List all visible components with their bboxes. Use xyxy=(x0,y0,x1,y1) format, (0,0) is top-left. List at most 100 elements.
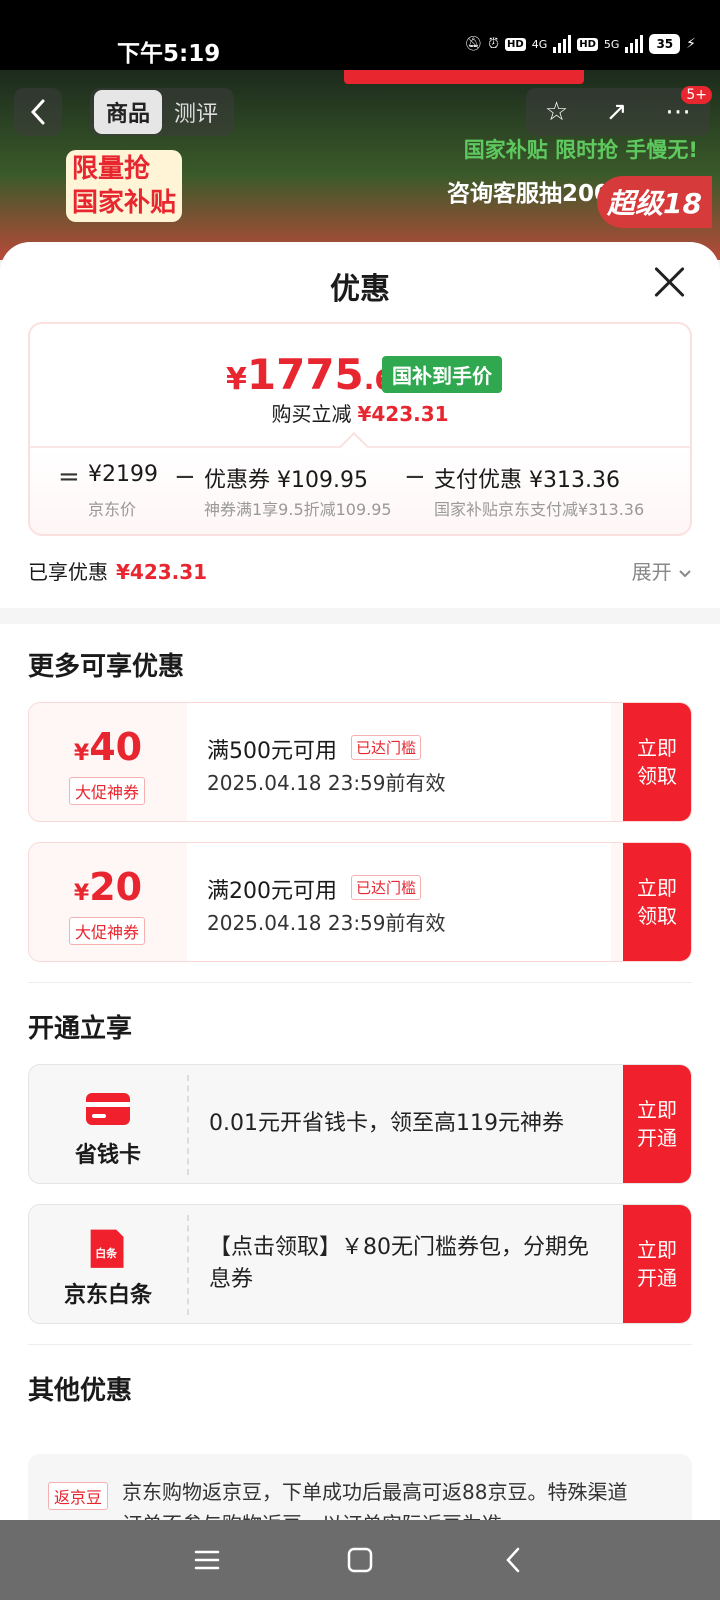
other-discounts-title: 其他优惠 xyxy=(28,1376,133,1406)
open-item-name: 京东白条 xyxy=(63,1283,152,1308)
coupon-card: ¥40 大促神券 满500元可用 已达门槛 2025.04.18 23:59前有… xyxy=(28,702,692,822)
other-text: 京东购物返京豆，下单成功后最高可返88京豆。特殊渠道订单不参与购物返豆，以订单实… xyxy=(122,1480,628,1520)
banner-limited-text: 限量抢 xyxy=(72,154,151,184)
status-bar: 下午5:19 🔕︎ ⏰︎ HD 4G HD 5G 35 ⚡︎ xyxy=(0,0,720,70)
charging-icon: ⚡︎ xyxy=(686,36,696,52)
coupon-condition: 满200元可用 xyxy=(207,879,337,904)
open-benefits-title: 开通立享 xyxy=(28,1014,133,1044)
home-button[interactable] xyxy=(340,1540,380,1580)
price-tag: 国补到手价 xyxy=(382,356,502,393)
coupon-amount: ¥20 xyxy=(29,865,187,909)
open-item-left: 省钱卡 xyxy=(29,1065,187,1183)
battery-icon: 35 xyxy=(649,34,681,54)
activate-button[interactable]: 立即开通 xyxy=(623,1205,691,1323)
price-symbol: ¥ xyxy=(226,362,247,397)
caret-indicator xyxy=(339,431,369,461)
claim-button[interactable]: 立即领取 xyxy=(623,703,691,821)
star-icon[interactable]: ☆ xyxy=(545,97,568,127)
card-icon xyxy=(86,1093,130,1125)
open-item-separator xyxy=(187,1075,189,1175)
breakdown-op: = xyxy=(58,462,80,492)
banner-slogan: 国家补贴 限时抢 手慢无! xyxy=(463,138,698,162)
open-item-name: 省钱卡 xyxy=(74,1143,141,1168)
coupon-validity: 2025.04.18 23:59前有效 xyxy=(207,911,446,935)
coupon-condition: 满500元可用 xyxy=(207,739,337,764)
coupon-info: 满500元可用 已达门槛 2025.04.18 23:59前有效 xyxy=(187,703,611,821)
divider xyxy=(28,1344,692,1345)
discount-sheet: 优惠 ¥1775.69 国补到手价 购买立减¥423.31 = ¥2199 京东… xyxy=(0,242,720,1520)
coupon-value: 40 xyxy=(89,725,143,769)
open-item-baitiao: 白条 京东白条 【点击领取】￥80无门槛券包，分期免息券 立即开通 xyxy=(28,1204,692,1324)
coupon-type: 大促神券 xyxy=(69,777,146,805)
status-icons: 🔕︎ ⏰︎ HD 4G HD 5G 35 ⚡︎ xyxy=(464,34,696,54)
coupon-symbol: ¥ xyxy=(73,741,90,766)
banner-consult: 咨询客服抽200 xyxy=(446,181,610,207)
mute-icon: 🔕︎ xyxy=(464,36,483,52)
back-button[interactable] xyxy=(14,88,62,136)
breakdown-op: − xyxy=(174,462,196,492)
banner-super: 超级18 xyxy=(597,176,712,228)
reduce-amount: ¥423.31 xyxy=(357,402,449,426)
header-tabs: 商品 测评 xyxy=(90,88,235,136)
coupon-info: 满200元可用 已达门槛 2025.04.18 23:59前有效 xyxy=(187,843,611,961)
open-item-left: 白条 京东白条 xyxy=(29,1205,187,1323)
network-5g-label: 5G xyxy=(603,37,620,51)
coupon-amount: ¥40 xyxy=(29,725,187,769)
banner-subsidy-text: 国家补贴 xyxy=(72,188,177,218)
baitiao-icon-text: 白条 xyxy=(95,1246,117,1260)
claim-button[interactable]: 立即领取 xyxy=(623,843,691,961)
other-discount-item: 返京豆 京东购物返京豆，下单成功后最高可返88京豆。特殊渠道订单不参与购物返豆，… xyxy=(28,1454,692,1520)
breakdown-main: ¥2199 xyxy=(88,462,158,487)
other-tag: 返京豆 xyxy=(48,1482,109,1510)
breakdown-main: 优惠券 ¥109.95 xyxy=(204,468,368,493)
expand-label: 展开 xyxy=(631,560,672,584)
coupon-status: 已达门槛 xyxy=(351,875,422,900)
chevron-left-icon xyxy=(30,99,45,125)
status-time: 下午5:19 xyxy=(117,41,221,67)
hd-badge: HD xyxy=(505,37,526,51)
signal-icon xyxy=(553,35,572,53)
system-nav-bar xyxy=(0,1520,720,1600)
activate-button[interactable]: 立即开通 xyxy=(623,1065,691,1183)
coupon-left: ¥20 大促神券 xyxy=(29,843,187,961)
chevron-down-icon xyxy=(679,570,691,578)
enjoyed-amount: ¥423.31 xyxy=(116,560,208,584)
coupon-status: 已达门槛 xyxy=(351,735,422,760)
home-icon xyxy=(347,1547,373,1573)
message-badge: 5+ xyxy=(681,86,712,104)
tab-product[interactable]: 商品 xyxy=(94,90,163,134)
more-discounts-title: 更多可享优惠 xyxy=(28,652,185,682)
banner-limited: 限量抢 国家补贴 xyxy=(66,150,183,222)
price-card: ¥1775.69 国补到手价 购买立减¥423.31 = ¥2199 京东价 −… xyxy=(28,322,692,536)
open-item-desc: 【点击领取】￥80无门槛券包，分期免息券 xyxy=(209,1235,589,1292)
coupon-card: ¥20 大促神券 满200元可用 已达门槛 2025.04.18 23:59前有… xyxy=(28,842,692,962)
baitiao-icon: 白条 xyxy=(90,1229,124,1268)
expand-button[interactable]: 展开 xyxy=(632,556,692,585)
coupon-validity: 2025.04.18 23:59前有效 xyxy=(207,771,446,795)
breakdown-sub: 神券满1享9.5折减109.95 xyxy=(204,500,392,519)
section-divider xyxy=(0,608,720,624)
tab-review[interactable]: 测评 xyxy=(162,90,230,134)
divider xyxy=(28,982,692,983)
sheet-title: 优惠 xyxy=(330,272,390,307)
enjoyed-discount: 已享优惠 ¥423.31 xyxy=(28,556,207,585)
banner-strip xyxy=(344,70,584,84)
coupon-value: 20 xyxy=(89,865,143,909)
menu-button[interactable] xyxy=(187,1540,227,1580)
back-nav-button[interactable] xyxy=(493,1540,533,1580)
alarm-icon: ⏰︎ xyxy=(488,36,500,52)
coupon-left: ¥40 大促神券 xyxy=(29,703,187,821)
menu-icon xyxy=(194,1550,219,1570)
reduce-label: 购买立减 xyxy=(271,402,352,426)
breakdown-main: 支付优惠 ¥313.36 xyxy=(434,468,620,493)
hd-badge-2: HD xyxy=(577,37,598,51)
breakdown-sub: 国家补贴京东支付减¥313.36 xyxy=(434,500,645,519)
breakdown-op: − xyxy=(404,462,426,492)
coupon-symbol: ¥ xyxy=(73,881,90,906)
enjoyed-label: 已享优惠 xyxy=(28,560,108,584)
price-integer: 1775 xyxy=(246,350,364,399)
breakdown-sub: 京东价 xyxy=(88,500,137,519)
reduce-line: 购买立减 ¥423.31 xyxy=(30,398,690,427)
close-icon[interactable] xyxy=(648,260,692,304)
share-icon[interactable]: ↗ xyxy=(606,97,628,127)
